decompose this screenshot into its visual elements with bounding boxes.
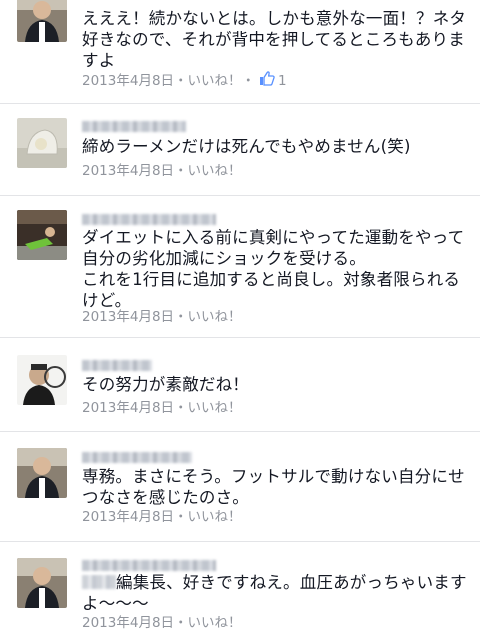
avatar[interactable] [17, 0, 67, 42]
separator-dot: ・ [174, 163, 188, 179]
avatar[interactable] [17, 118, 67, 168]
comment-text: えええ！続かないとは。しかも意外な一面！？ネタ好きなので、それが背中を押してると… [82, 9, 467, 70]
like-count[interactable]: 1 [278, 72, 287, 90]
avatar[interactable] [17, 210, 67, 260]
comment-date[interactable]: 2013年4月8日 [82, 399, 174, 417]
comment-text: 専務。まさにそう。フットサルで動けない自分にせつなさを感じたのさ。 [82, 467, 465, 507]
separator-dot: ・ [174, 615, 188, 631]
avatar[interactable] [17, 355, 67, 405]
separator-dot: ・ [174, 509, 188, 525]
thumbs-up-icon[interactable] [259, 70, 275, 91]
comment-meta: 2013年4月8日・いいね！ [82, 508, 242, 526]
comment-text: その努力が素敵だね！ [82, 375, 249, 394]
commenter-name[interactable] [82, 121, 186, 132]
commenter-name[interactable] [82, 360, 152, 371]
comment-item: 編集長、好きですねえ。血圧あがっちゃいますよ〜〜〜 2013年4月8日・いいね！ [0, 542, 480, 634]
comment-text: 編集長、好きですねえ。血圧あがっちゃいますよ〜〜〜 [82, 572, 472, 614]
comment-meta: 2013年4月8日・いいね！ [82, 308, 242, 326]
separator-dot: ・ [174, 72, 188, 89]
comment-item: 締めラーメンだけは死んでもやめません(笑) 2013年4月8日・いいね！ [0, 104, 480, 196]
comment-date[interactable]: 2013年4月8日 [82, 162, 174, 180]
comment-item: 専務。まさにそう。フットサルで動けない自分にせつなさを感じたのさ。 2013年4… [0, 432, 480, 542]
comment-meta: 2013年4月8日・いいね！ [82, 162, 242, 180]
avatar[interactable] [17, 448, 67, 498]
comment-text-body: 編集長、好きですねえ。血圧あがっちゃいますよ〜〜〜 [82, 573, 467, 613]
like-link[interactable]: いいね！ [188, 72, 242, 90]
comment-item: その努力が素敵だね！ 2013年4月8日・いいね！ [0, 338, 480, 432]
separator-dot: ・ [241, 72, 256, 89]
comment-meta: 2013年4月8日・いいね！ [82, 614, 242, 632]
commenter-name[interactable] [82, 452, 192, 463]
comment-date[interactable]: 2013年4月8日 [82, 72, 174, 90]
comment-meta: 2013年4月8日・いいね！ [82, 399, 242, 417]
comment-date[interactable]: 2013年4月8日 [82, 614, 174, 632]
like-link[interactable]: いいね！ [188, 162, 242, 180]
mention-name[interactable] [82, 575, 116, 589]
commenter-name[interactable] [82, 560, 216, 571]
comment-meta: 2013年4月8日・いいね！・ 1 [82, 70, 287, 91]
separator-dot: ・ [174, 400, 188, 416]
like-link[interactable]: いいね！ [188, 508, 242, 526]
avatar[interactable] [17, 558, 67, 608]
separator-dot: ・ [174, 309, 188, 325]
like-link[interactable]: いいね！ [188, 614, 242, 632]
comment-text: ダイエットに入る前に真剣にやってた運動をやって自分の劣化加減にショックを受ける。… [82, 228, 465, 310]
comment-item: ダイエットに入る前に真剣にやってた運動をやって自分の劣化加減にショックを受ける。… [0, 196, 480, 338]
comment-item: えええ！続かないとは。しかも意外な一面！？ネタ好きなので、それが背中を押してると… [0, 0, 480, 104]
comment-date[interactable]: 2013年4月8日 [82, 308, 174, 326]
like-link[interactable]: いいね！ [188, 308, 242, 326]
like-link[interactable]: いいね！ [188, 399, 242, 417]
comment-text: 締めラーメンだけは死んでもやめません(笑) [82, 137, 411, 156]
comment-date[interactable]: 2013年4月8日 [82, 508, 174, 526]
commenter-name[interactable] [82, 214, 216, 225]
